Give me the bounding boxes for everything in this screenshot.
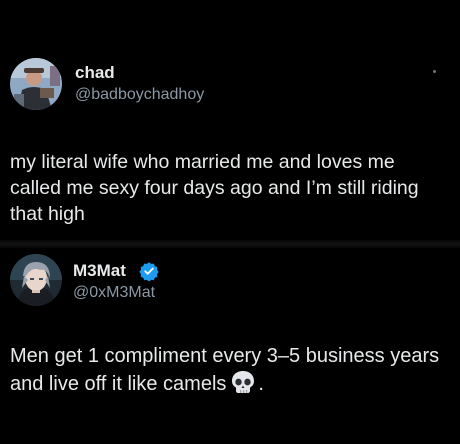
post-text-line: my literal wife who married me and loves…: [10, 151, 395, 173]
more-options-icon[interactable]: [433, 70, 436, 73]
user-handle[interactable]: @badboychadhoy: [75, 86, 204, 104]
avatar-image: [10, 254, 62, 306]
avatar[interactable]: [10, 58, 62, 110]
display-name[interactable]: M3Mat: [73, 261, 126, 281]
post-text: my literal wife who married me and loves…: [10, 149, 450, 227]
user-handle[interactable]: @0xM3Mat: [73, 284, 155, 302]
post-divider: [0, 240, 460, 248]
verified-badge-icon: [139, 262, 159, 281]
post-text-line-2: and live off it like camels .: [10, 370, 450, 398]
avatar-image: [10, 58, 62, 110]
avatar[interactable]: [10, 254, 62, 306]
display-name[interactable]: chad: [75, 63, 115, 83]
post-text-suffix: .: [258, 373, 264, 395]
post-chad[interactable]: chad @badboychadhoy my literal wife who …: [0, 0, 460, 240]
skull-emoji-icon: [232, 371, 255, 393]
post-m3mat[interactable]: M3Mat @0xM3Mat Men get 1 compliment ever…: [0, 248, 460, 444]
post-text-line: that high: [10, 203, 85, 225]
post-text-line: and live off it like camels: [10, 373, 227, 395]
post-text-line: called me sexy four days ago and I’m sti…: [10, 177, 419, 199]
post-text: Men get 1 compliment every 3–5 business …: [10, 342, 450, 398]
post-text-line: Men get 1 compliment every 3–5 business …: [10, 345, 440, 367]
